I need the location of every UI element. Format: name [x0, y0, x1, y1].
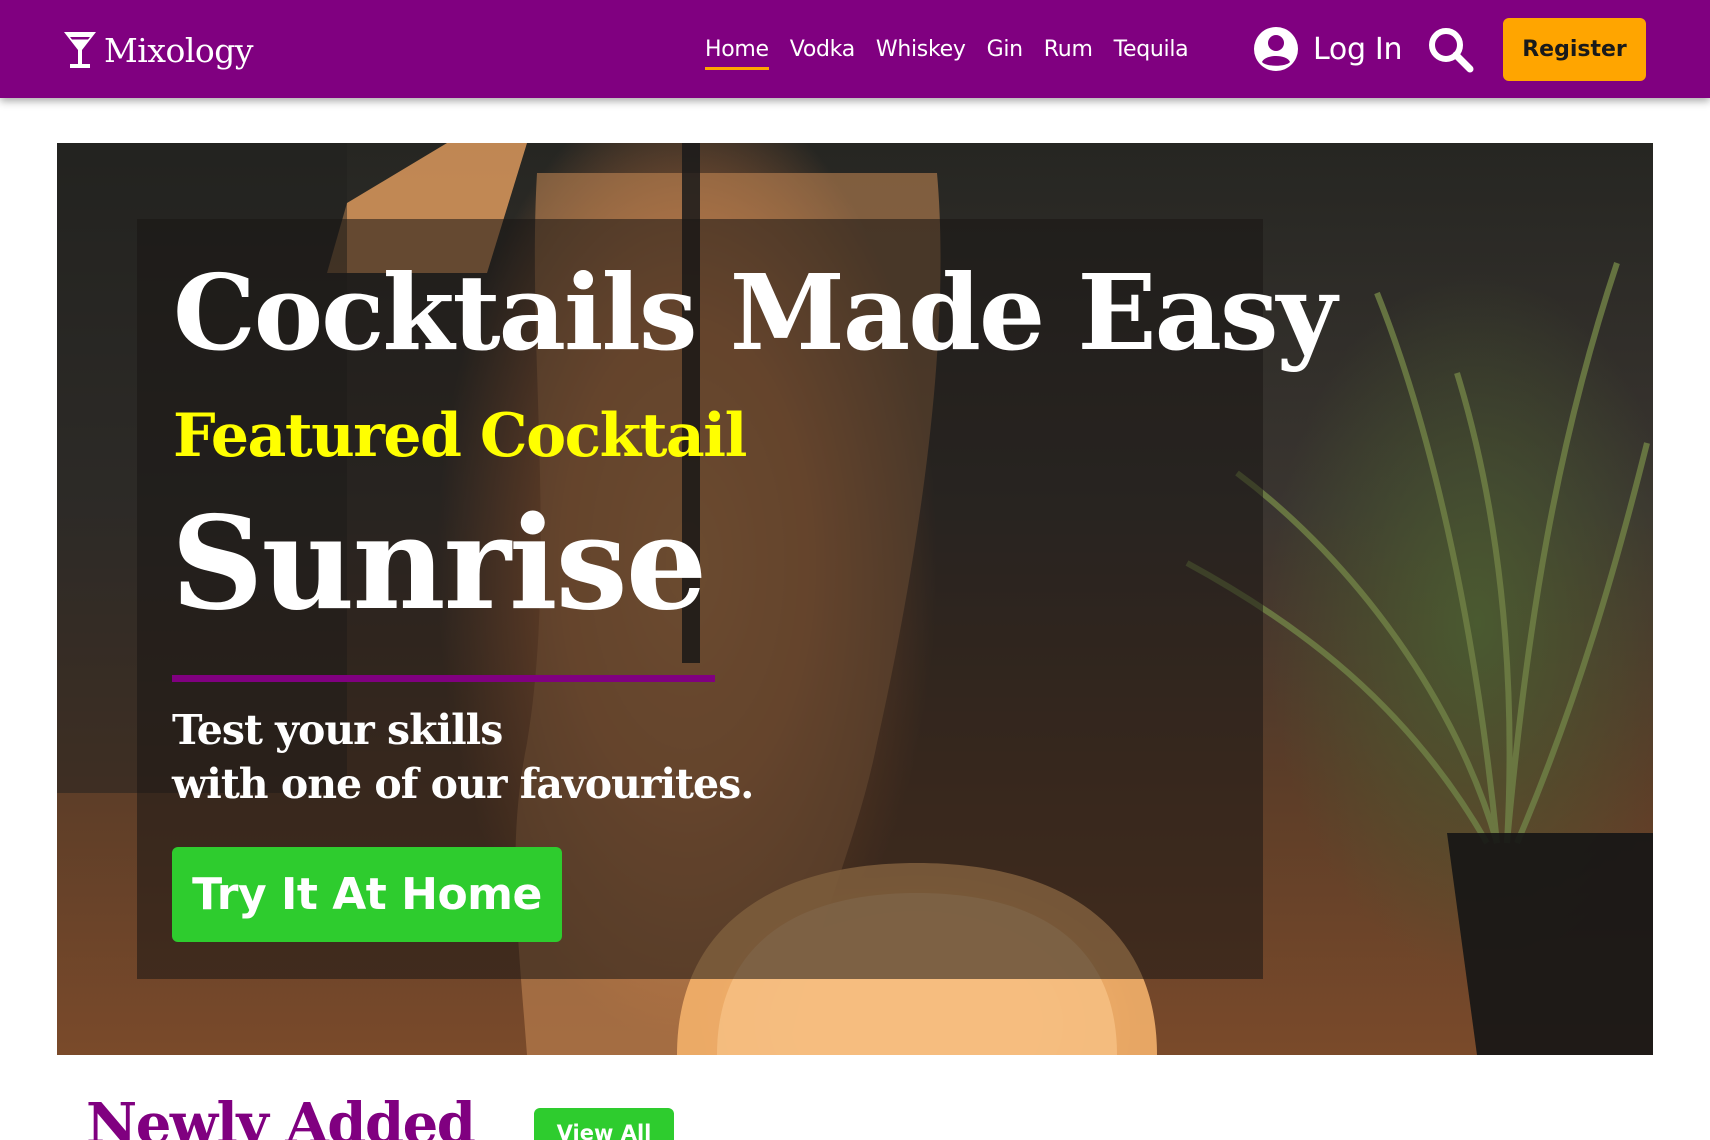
hero-divider — [172, 675, 715, 682]
nav-links: Home Vodka Whiskey Gin Rum Tequila — [705, 0, 1209, 98]
register-button[interactable]: Register — [1503, 18, 1646, 81]
cocktail-glass-icon — [64, 32, 96, 68]
brand-name: Mixology — [104, 30, 254, 70]
login-label: Log In — [1313, 31, 1403, 67]
nav-link-home[interactable]: Home — [705, 31, 769, 70]
user-circle-icon — [1254, 27, 1298, 71]
view-all-button[interactable]: View All — [534, 1108, 674, 1140]
search-icon — [1429, 28, 1474, 73]
featured-cocktail-name: Sunrise — [171, 489, 707, 639]
nav-link-whiskey[interactable]: Whiskey — [876, 31, 966, 68]
search-button[interactable] — [1424, 23, 1476, 75]
nav-link-tequila[interactable]: Tequila — [1114, 31, 1189, 68]
nav-link-vodka[interactable]: Vodka — [790, 31, 855, 68]
hero-tagline: Test your skills with one of our favouri… — [172, 703, 754, 811]
try-it-at-home-button[interactable]: Try It At Home — [172, 847, 562, 942]
login-link[interactable]: Log In — [1253, 23, 1402, 75]
hero-title: Cocktails Made Easy — [173, 251, 1337, 374]
nav-link-gin[interactable]: Gin — [987, 31, 1024, 68]
newly-added-title: Newly Added — [86, 1091, 476, 1140]
hero-tagline-line2: with one of our favourites. — [172, 760, 754, 808]
featured-cocktail-label: Featured Cocktail — [173, 401, 747, 471]
hero-banner: Cocktails Made Easy Featured Cocktail Su… — [57, 143, 1653, 1055]
hero-tagline-line1: Test your skills — [172, 706, 503, 754]
brand-logo-link[interactable]: Mixology — [62, 28, 254, 72]
navbar: Mixology Home Vodka Whiskey Gin Rum Tequ… — [0, 0, 1710, 98]
nav-link-rum[interactable]: Rum — [1044, 31, 1093, 68]
